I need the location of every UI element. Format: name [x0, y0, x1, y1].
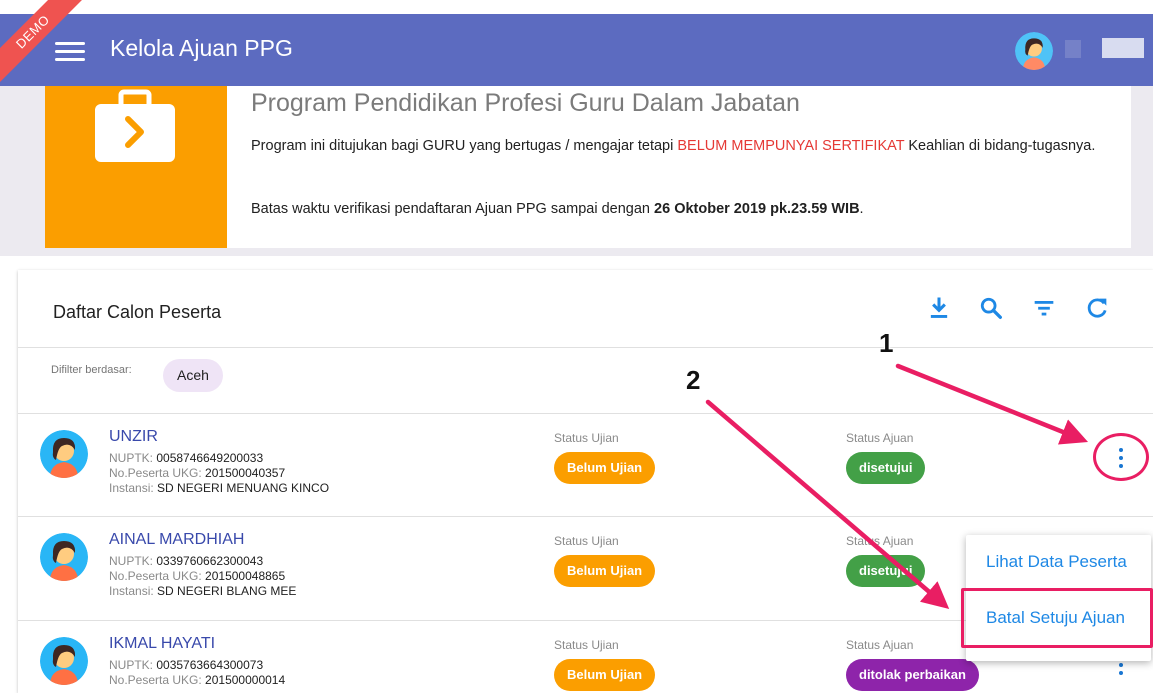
status-ujian-badge: Belum Ujian: [554, 659, 656, 691]
deadline-date: 26 Oktober 2019 pk.23.59 WIB: [654, 201, 860, 217]
participant-name[interactable]: UNZIR: [109, 428, 158, 446]
status-ajuan-label: Status Ajuan: [846, 638, 914, 652]
deadline-text: Batas waktu verifikasi pendaftaran Ajuan…: [251, 201, 655, 217]
participant-nuptk: NUPTK: 0058746649200033: [109, 451, 263, 465]
list-title: Daftar Calon Peserta: [53, 302, 222, 322]
ukg-value: 201500048865: [205, 569, 286, 583]
user-name-redacted: [1065, 40, 1081, 58]
annotation-marker-2: 2: [686, 365, 701, 395]
participant-avatar: [40, 533, 88, 581]
participant-row[interactable]: UNZIR NUPTK: 0058746649200033 No.Peserta…: [18, 414, 1153, 517]
download-icon[interactable]: [925, 294, 953, 322]
participant-nuptk: NUPTK: 0035763664300073: [109, 658, 263, 672]
ukg-value: 201500040357: [205, 466, 286, 480]
participant-name[interactable]: IKMAL HAYATI: [109, 635, 215, 653]
participant-avatar: [40, 430, 88, 478]
status-ajuan-badge: disetujui: [846, 555, 926, 587]
participant-avatar: [40, 637, 88, 685]
program-banner: Program Pendidikan Profesi Guru Dalam Ja…: [45, 86, 1131, 248]
menu-item-batal-setuju-ajuan[interactable]: Batal Setuju Ajuan: [966, 593, 1151, 643]
status-ujian-label: Status Ujian: [554, 638, 619, 652]
banner-deadline: Batas waktu verifikasi pendaftaran Ajuan…: [251, 201, 864, 217]
status-ujian-badge: Belum Ujian: [554, 452, 656, 484]
nuptk-label: NUPTK:: [109, 658, 157, 672]
nuptk-value: 0339760662300043: [156, 554, 264, 568]
user-menu-redacted[interactable]: [1102, 38, 1144, 58]
deadline-text: .: [859, 201, 864, 217]
participant-ukg: No.Peserta UKG: 201500040357: [109, 466, 285, 480]
briefcase-arrow-icon: [95, 89, 175, 162]
hamburger-icon[interactable]: [52, 40, 88, 62]
search-icon[interactable]: [977, 294, 1005, 322]
participant-instansi: Instansi: SD NEGERI BLANG MEE: [109, 584, 296, 598]
banner-text-highlight: BELUM MEMPUNYAI SERTIFIKAT: [677, 138, 905, 154]
page-title: Kelola Ajuan PPG: [110, 35, 293, 61]
nuptk-value: 0058746649200033: [156, 451, 264, 465]
ukg-label: No.Peserta UKG:: [109, 569, 206, 583]
instansi-label: Instansi:: [109, 481, 158, 495]
status-ujian-label: Status Ujian: [554, 431, 619, 445]
participant-name[interactable]: AINAL MARDHIAH: [109, 531, 244, 549]
divider: [18, 347, 1153, 348]
instansi-label: Instansi:: [109, 584, 158, 598]
filter-label: Difilter berdasar:: [51, 364, 132, 376]
row-context-menu: Lihat Data Peserta Batal Setuju Ajuan: [966, 535, 1151, 661]
app-bar: Kelola Ajuan PPG: [0, 14, 1153, 86]
ukg-value: 201500000014: [205, 673, 286, 687]
banner-text-part: Keahlian di bidang-tugasnya.: [904, 138, 1096, 154]
instansi-value: SD NEGERI MENUANG KINCO: [157, 481, 330, 495]
participant-ukg: No.Peserta UKG: 201500000014: [109, 673, 285, 687]
filter-chip[interactable]: Aceh: [163, 359, 223, 392]
nuptk-label: NUPTK:: [109, 451, 157, 465]
ukg-label: No.Peserta UKG:: [109, 673, 206, 687]
status-ajuan-badge: ditolak perbaikan: [846, 659, 979, 691]
more-vert-icon[interactable]: [1111, 444, 1131, 472]
status-ajuan-label: Status Ajuan: [846, 431, 914, 445]
status-ujian-label: Status Ujian: [554, 534, 619, 548]
status-ujian-badge: Belum Ujian: [554, 555, 656, 587]
refresh-icon[interactable]: [1083, 294, 1111, 322]
instansi-value: SD NEGERI BLANG MEE: [157, 584, 297, 598]
filter-icon[interactable]: [1030, 294, 1058, 322]
status-ajuan-label: Status Ajuan: [846, 534, 914, 548]
banner-title: Program Pendidikan Profesi Guru Dalam Ja…: [251, 89, 800, 117]
participant-nuptk: NUPTK: 0339760662300043: [109, 554, 263, 568]
participant-instansi: Instansi: SD NEGERI MENUANG KINCO: [109, 481, 329, 495]
menu-item-lihat-data-peserta[interactable]: Lihat Data Peserta: [966, 537, 1151, 587]
nuptk-label: NUPTK:: [109, 554, 157, 568]
banner-text-part: Program ini ditujukan bagi GURU yang ber…: [251, 138, 678, 154]
ukg-label: No.Peserta UKG:: [109, 466, 206, 480]
banner-icon-box: [45, 86, 227, 248]
nuptk-value: 0035763664300073: [156, 658, 264, 672]
top-strip: [0, 0, 1153, 14]
status-ajuan-badge: disetujui: [846, 452, 926, 484]
annotation-marker-1: 1: [879, 328, 894, 358]
participant-ukg: No.Peserta UKG: 201500048865: [109, 569, 285, 583]
banner-description: Program ini ditujukan bagi GURU yang ber…: [251, 134, 1111, 158]
user-avatar[interactable]: [1015, 32, 1053, 70]
